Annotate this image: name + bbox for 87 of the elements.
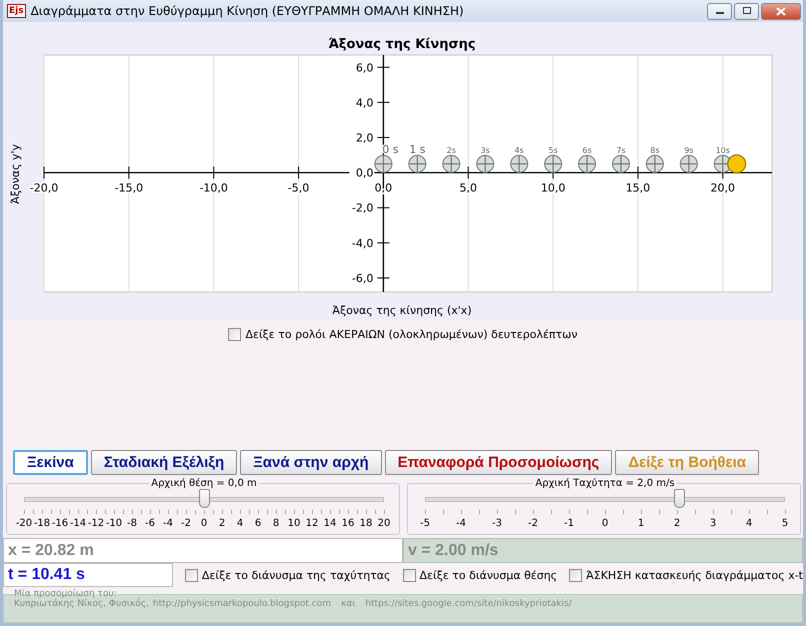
slider-tick-label: 20	[378, 518, 390, 529]
slider-thumb[interactable]	[674, 489, 685, 508]
slider-tick-label: -5	[420, 518, 430, 529]
credits-title: Μία προσομοίωση του:	[14, 589, 117, 599]
slider-tick-label: 2	[674, 518, 680, 529]
x-tick-label: 5,0	[460, 182, 477, 195]
slider-title: Αρχική Ταχύτητα = 2,0 m/s	[534, 478, 676, 489]
position-field: x = 20.82 m	[3, 538, 403, 563]
slider-tick-label: -20	[16, 518, 32, 529]
time-label: 7s	[616, 146, 626, 155]
y-tick-label: 4,0	[356, 96, 374, 110]
slider-tick-label: -12	[88, 518, 104, 529]
x-tick-label: 20,0	[710, 182, 736, 195]
slider-tick-label: -6	[145, 518, 155, 529]
slider-tick-label: -4	[163, 518, 173, 529]
slider-tick-label: -16	[52, 518, 68, 529]
x-tick-label: 15,0	[626, 182, 650, 195]
y-tick-label: -6,0	[352, 272, 374, 285]
slider-tick-label: 1	[638, 518, 644, 529]
time-label: 10s	[716, 146, 730, 155]
author-text: Κυπριωτάκης Νίκος, Φυσικός,	[14, 599, 149, 609]
maximize-button[interactable]	[734, 2, 759, 20]
time-label: 2s	[446, 146, 456, 155]
close-button[interactable]	[761, 2, 801, 20]
action-button[interactable]: Ξανά στην αρχή	[240, 450, 382, 475]
slider-tick-label: 18	[360, 518, 372, 529]
time-label: 6s	[582, 146, 592, 155]
slider-tick-label: -2	[528, 518, 538, 529]
app-icon: Ejs	[7, 4, 26, 18]
time-label: 1 s	[409, 142, 426, 156]
clock-checkbox[interactable]: Δείξε το ρολόι ΑΚΕΡΑΙΩΝ (ολοκληρωμένων) δευτερολέπτων	[228, 328, 578, 341]
slider-tick-label: 10	[288, 518, 300, 529]
slider-tick-label: 4	[236, 518, 244, 529]
option-checkbox[interactable]: Δείξε το διάνυσμα θέσης	[402, 568, 558, 582]
slider-tick-label: -4	[456, 518, 466, 529]
y-axis-label: Άξονας y'y	[9, 144, 22, 204]
x-tick-label: -5,0	[288, 182, 310, 195]
y-tick-label: -2,0	[352, 202, 374, 215]
time-label: 5s	[548, 146, 558, 155]
y-tick-label: 2,0	[356, 132, 374, 144]
slider-tick-label: 12	[306, 518, 318, 529]
x-tick-label: -20,0	[30, 182, 58, 195]
chart-title: Άξονας της Κίνησης	[328, 37, 476, 52]
y-tick-label: 0,0	[356, 166, 374, 180]
time-label: 8s	[650, 146, 660, 155]
action-button[interactable]: Επαναφορά Προσομοίωσης	[384, 450, 612, 475]
time-label: 4s	[514, 146, 524, 155]
slider-tick-label: -3	[492, 518, 502, 529]
slider-title: Αρχική θέση = 0,0 m	[150, 478, 258, 489]
slider-thumb[interactable]	[199, 489, 210, 508]
credit-text: http://physicsmarkopoulo.blogspot.com	[152, 599, 332, 609]
credit-text: https://sites.google.com/site/nikoskypriotakis/	[365, 599, 572, 609]
slider-tick-label: 0	[602, 518, 608, 529]
time-label: 9s	[684, 146, 694, 155]
option-checkbox[interactable]: Δείξε το διάνυσμα της ταχύτητας	[184, 568, 391, 582]
velocity-field: v = 2.00 m/s	[403, 538, 803, 563]
slider-tick-label: 2	[218, 518, 226, 529]
window-title: Διαγράμματα στην Ευθύγραμμη Κίνηση (ΕΥΘΥΓΡΑΜΜΗ ΟΜΑΛΗ ΚΙΝΗΣΗ)	[30, 4, 465, 18]
x-tick-label: -10,0	[199, 182, 228, 195]
slider-tick-label: 8	[272, 518, 280, 529]
slider-tick-label: -14	[70, 518, 86, 529]
y-tick-label: -4,0	[352, 236, 374, 250]
slider-tick-label: -2	[181, 518, 191, 529]
time-label: 3s	[480, 146, 490, 155]
slider-tick-label: 14	[324, 518, 336, 529]
minimize-button[interactable]	[707, 2, 732, 20]
option-checkbox[interactable]: ΆΣΚΗΣΗ κατασκευής διαγράμματος x-t	[569, 568, 803, 582]
close-icon	[776, 6, 786, 16]
slider-tick-label: 4	[746, 518, 752, 529]
slider-tick-label: -1	[564, 518, 574, 529]
x-axis-label: Άξονας της κίνησης (x'x)	[332, 304, 472, 317]
action-button[interactable]: Σταδιακή Εξέλιξη	[90, 450, 238, 475]
slider-tick-label: -8	[127, 518, 137, 529]
time-field: t = 10.41 s	[3, 563, 173, 587]
maximize-icon	[742, 7, 752, 15]
x-tick-label: 10,0	[540, 182, 566, 195]
slider-tick-label: 0	[200, 518, 208, 529]
slider-tick-label: -18	[34, 518, 50, 529]
x-tick-label: -15,0	[114, 182, 144, 195]
slider-tick-label: 16	[342, 518, 354, 529]
slider-tick-label: -10	[106, 518, 122, 529]
action-button[interactable]: Ξεκίνα	[13, 450, 88, 475]
slider-tick-label: 3	[710, 518, 716, 529]
credit-text: και	[341, 599, 356, 609]
slider-tick-label: 5	[782, 518, 788, 529]
y-tick-label: 6,0	[356, 61, 374, 74]
slider-tick-label: 6	[254, 518, 262, 529]
